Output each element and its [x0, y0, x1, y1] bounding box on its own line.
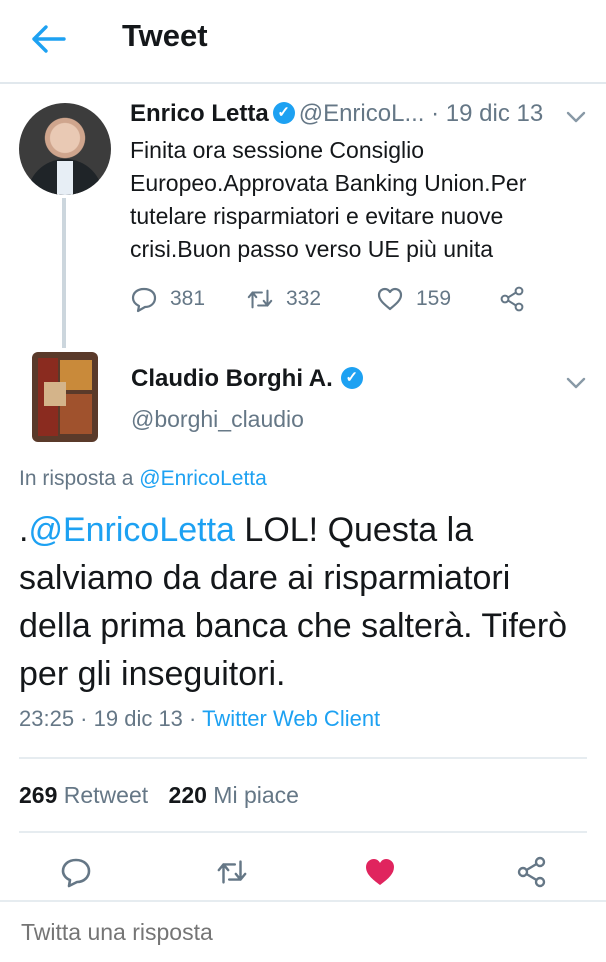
parent-tweet-chevron-down-icon[interactable] — [566, 104, 586, 130]
retweet-button[interactable] — [212, 852, 252, 892]
like-label: Mi piace — [213, 782, 299, 808]
meta-separator: · — [74, 706, 94, 731]
tweet-actions — [0, 852, 606, 896]
author-name-row: Claudio Borghi A. ✓ — [131, 365, 367, 393]
parent-like-button[interactable]: 159 — [376, 282, 451, 316]
replying-prefix: In risposta a — [19, 467, 134, 490]
parent-retweet-button[interactable]: 332 — [246, 282, 321, 316]
tweet-client-link[interactable]: Twitter Web Client — [202, 706, 380, 731]
like-button[interactable] — [360, 852, 400, 892]
divider — [19, 757, 587, 759]
reply-bar — [0, 900, 606, 962]
share-button[interactable] — [512, 852, 552, 892]
tweet-stats: 269 Retweet 220 Mi piace — [19, 782, 299, 809]
divider — [19, 831, 587, 833]
parent-tweet-actions: 381 332 159 — [130, 282, 550, 316]
parent-author-name[interactable]: Enrico Letta — [130, 100, 269, 127]
header-separator: · — [431, 100, 440, 127]
meta-separator: · — [182, 706, 203, 731]
replying-to-mention[interactable]: @EnricoLetta — [139, 467, 267, 490]
tweet-date: 19 dic 13 — [93, 706, 183, 731]
tweet-chevron-down-icon[interactable] — [566, 370, 586, 396]
verified-badge-icon: ✓ — [340, 366, 363, 389]
avatar-shirt — [57, 161, 73, 195]
top-bar: Tweet — [0, 0, 606, 84]
parent-tweet-date[interactable]: 19 dic 13 — [446, 100, 543, 127]
tweet-time: 23:25 — [19, 706, 75, 731]
avatar-panel — [44, 382, 66, 406]
claudio-borghi-avatar[interactable] — [32, 352, 98, 442]
retweet-icon — [217, 860, 247, 884]
replying-to-line: In risposta a @EnricoLetta — [19, 467, 267, 491]
parent-author-handle[interactable]: @EnricoL... — [299, 100, 425, 127]
share-icon — [500, 286, 524, 312]
share-icon — [517, 856, 546, 888]
parent-reply-count: 381 — [170, 287, 206, 310]
retweet-stat[interactable]: 269 Retweet — [19, 782, 148, 808]
retweet-label: Retweet — [63, 782, 149, 808]
like-count: 220 — [168, 782, 207, 808]
reply-icon — [61, 858, 91, 888]
tweet-text-mention[interactable]: @EnricoLetta — [28, 511, 235, 549]
page-title: Tweet — [122, 18, 208, 53]
tweet-text: .@EnricoLetta LOL! Questa la salviamo da… — [19, 506, 589, 698]
parent-like-count: 159 — [416, 287, 452, 310]
verified-badge-icon: ✓ — [272, 101, 295, 124]
thread-connector-line — [62, 198, 66, 348]
reply-button[interactable] — [56, 852, 96, 892]
retweet-count: 269 — [19, 782, 58, 808]
heart-outline-icon — [377, 287, 403, 311]
heart-filled-icon — [366, 859, 394, 885]
parent-tweet-header: Enrico Letta ✓ @EnricoL... · 19 dic 13 — [130, 100, 543, 128]
back-arrow-icon[interactable] — [28, 22, 68, 56]
parent-retweet-count: 332 — [286, 287, 322, 310]
parent-tweet-text: Finita ora sessione Consiglio Europeo.Ap… — [130, 137, 527, 262]
author-name[interactable]: Claudio Borghi A. — [131, 365, 333, 392]
parent-share-button[interactable] — [498, 282, 538, 316]
like-stat[interactable]: 220 Mi piace — [169, 782, 299, 808]
author-handle[interactable]: @borghi_claudio — [131, 406, 304, 433]
reply-icon — [131, 287, 157, 313]
reply-input[interactable] — [19, 918, 583, 947]
tweet-meta: 23:25 · 19 dic 13 · Twitter Web Client — [19, 706, 380, 732]
enrico-letta-avatar[interactable] — [19, 103, 111, 195]
parent-reply-button[interactable]: 381 — [130, 282, 205, 316]
retweet-icon — [247, 289, 273, 309]
